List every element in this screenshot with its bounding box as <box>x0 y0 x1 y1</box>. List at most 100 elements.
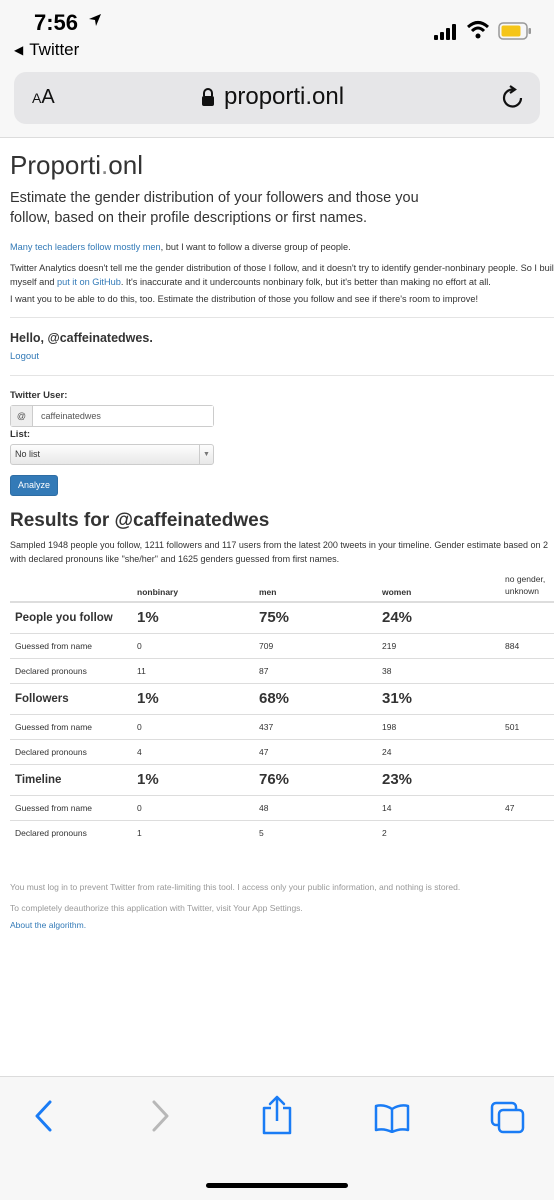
table-row: Declared pronouns 1 5 2 <box>10 819 554 845</box>
twitter-user-label: Twitter User: <box>10 390 68 401</box>
back-triangle-icon: ◀ <box>14 43 24 57</box>
table-cell: 0 <box>132 794 254 820</box>
table-cell: 47 <box>500 794 554 820</box>
site-title: Proporti.onl <box>10 150 143 180</box>
back-app-label: Twitter <box>29 40 80 59</box>
clock: 7:56 <box>34 10 79 35</box>
table-row: Declared pronouns 4 47 24 <box>10 738 554 764</box>
table-cell: 0 <box>132 713 254 739</box>
table-cell: 11 <box>132 657 254 683</box>
cellular-signal-icon <box>434 24 456 40</box>
browser-toolbar <box>0 1076 554 1200</box>
percent-cell: 76% <box>254 763 377 795</box>
tech-leaders-link[interactable]: Many tech leaders follow mostly men <box>10 242 161 252</box>
table-row: Guessed from name 0 437 198 501 <box>10 713 554 739</box>
table-header-row: nonbinary men women no gender, unknown <box>10 570 554 603</box>
back-arrow-icon[interactable] <box>32 1099 56 1133</box>
web-page: Proporti.onl Estimate the gender distrib… <box>0 140 554 1075</box>
table-cell: 87 <box>254 657 377 683</box>
percent-cell: 24% <box>377 601 500 633</box>
github-link[interactable]: put it on GitHub <box>57 277 121 287</box>
share-icon[interactable] <box>260 1095 294 1135</box>
table-cell: 219 <box>377 632 500 658</box>
table-row: Guessed from name 0 709 219 884 <box>10 632 554 658</box>
browser-chrome: 7:56 ◀ Twitter AA proporti.onl <box>0 0 554 138</box>
intro-paragraph-3: I want you to be able to do this, too. E… <box>10 294 479 304</box>
battery-icon <box>498 22 531 40</box>
table-row: Declared pronouns 11 87 38 <box>10 657 554 683</box>
tabs-icon[interactable] <box>490 1101 526 1135</box>
table-cell: 501 <box>500 713 554 739</box>
tagline: Estimate the gender distribution of your… <box>10 190 419 226</box>
percent-cell: 1% <box>132 682 254 714</box>
column-header-men: men <box>254 570 377 603</box>
percent-cell: 75% <box>254 601 377 633</box>
wifi-icon <box>466 21 490 39</box>
table-cell: 5 <box>254 819 377 845</box>
column-header-unknown: no gender, unknown <box>500 570 554 603</box>
table-cell: 0 <box>132 632 254 658</box>
table-cell: 24 <box>377 738 500 764</box>
about-algorithm-link[interactable]: About the algorithm. <box>10 920 86 930</box>
table-row: Guessed from name 0 48 14 47 <box>10 794 554 820</box>
table-cell: 709 <box>254 632 377 658</box>
table-cell: Declared pronouns <box>10 657 132 683</box>
percent-cell: 23% <box>377 763 500 795</box>
column-header-women: women <box>377 570 500 603</box>
list-select[interactable]: No list ▼ <box>10 444 214 465</box>
intro-paragraph-2: Twitter Analytics doesn't tell me the ge… <box>10 263 554 287</box>
table-cell: 437 <box>254 713 377 739</box>
section-name: Followers <box>10 682 132 714</box>
percent-cell <box>500 763 554 795</box>
chevron-down-icon: ▼ <box>199 445 213 464</box>
table-cell: 47 <box>254 738 377 764</box>
table-cell: Guessed from name <box>10 713 132 739</box>
address-bar[interactable]: AA proporti.onl <box>14 72 540 124</box>
login-note: You must log in to prevent Twitter from … <box>10 882 461 892</box>
column-header-nonbinary: nonbinary <box>132 570 254 603</box>
deauthorize-note: To completely deauthorize this applicati… <box>10 903 303 913</box>
table-row-section: People you follow 1% 75% 24% <box>10 601 554 633</box>
table-cell: 4 <box>132 738 254 764</box>
table-cell: 884 <box>500 632 554 658</box>
percent-cell: 68% <box>254 682 377 714</box>
home-indicator[interactable] <box>206 1183 348 1188</box>
percent-cell <box>500 682 554 714</box>
twitter-user-input[interactable] <box>33 406 213 426</box>
list-label: List: <box>10 429 31 440</box>
percent-cell: 1% <box>132 601 254 633</box>
analyze-button[interactable]: Analyze <box>10 475 58 496</box>
column-header <box>10 570 132 603</box>
divider <box>10 317 554 318</box>
twitter-user-input-group: @ <box>10 405 214 427</box>
table-row-section: Timeline 1% 76% 23% <box>10 763 554 795</box>
table-cell: Declared pronouns <box>10 738 132 764</box>
section-name: Timeline <box>10 763 132 795</box>
lock-icon <box>202 88 214 106</box>
table-cell: Guessed from name <box>10 794 132 820</box>
table-cell: 2 <box>377 819 500 845</box>
bookmarks-icon[interactable] <box>374 1103 410 1133</box>
percent-cell: 31% <box>377 682 500 714</box>
url-domain: proporti.onl <box>224 83 345 110</box>
table-cell: Guessed from name <box>10 632 132 658</box>
reload-icon[interactable] <box>500 84 526 112</box>
text-size-button[interactable]: AA <box>32 86 55 109</box>
divider <box>10 375 554 376</box>
forward-arrow-icon[interactable] <box>148 1099 172 1133</box>
percent-cell <box>500 601 554 633</box>
table-row-section: Followers 1% 68% 31% <box>10 682 554 714</box>
list-select-value: No list <box>15 449 41 459</box>
location-arrow-icon <box>89 14 101 26</box>
table-cell: 14 <box>377 794 500 820</box>
status-bar: 7:56 <box>0 0 554 40</box>
at-addon: @ <box>11 406 33 426</box>
back-to-app-link[interactable]: ◀ Twitter <box>14 40 79 60</box>
table-cell: Declared pronouns <box>10 819 132 845</box>
results-summary: Sampled 1948 people you follow, 1211 fol… <box>10 540 548 564</box>
logout-link[interactable]: Logout <box>10 351 39 362</box>
table-cell: 38 <box>377 657 500 683</box>
results-title: Results for @caffeinatedwes <box>10 510 270 531</box>
percent-cell: 1% <box>132 763 254 795</box>
table-cell: 48 <box>254 794 377 820</box>
